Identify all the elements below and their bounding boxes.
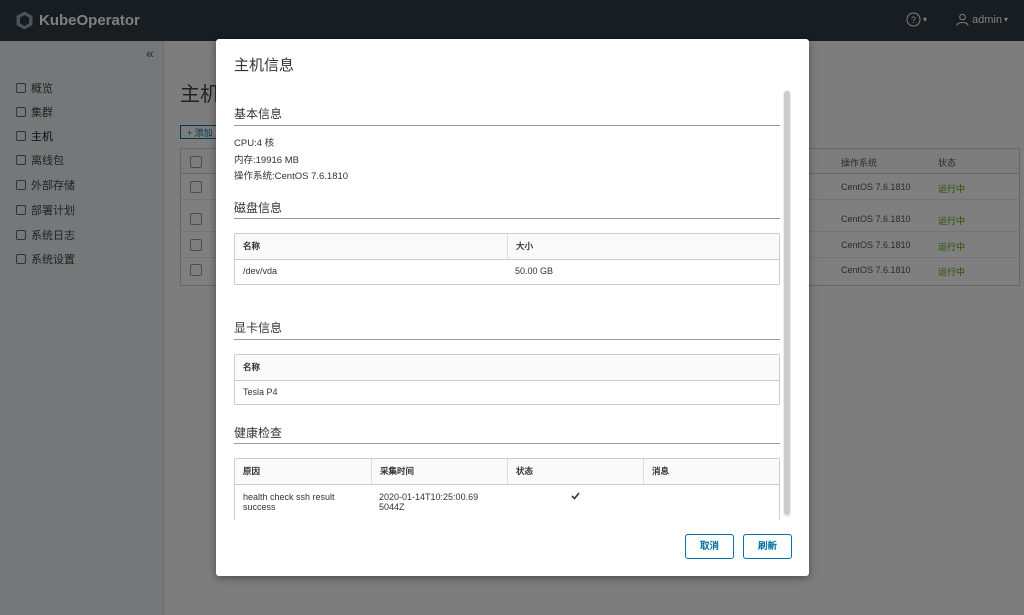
divider	[234, 443, 780, 444]
refresh-button[interactable]: 刷新	[743, 534, 792, 559]
cpu-info: CPU:4 核	[234, 138, 275, 149]
gpu-name: Tesla P4	[243, 387, 278, 397]
column-header-name: 名称	[243, 241, 261, 251]
health-reason: health check ssh result success	[243, 492, 335, 512]
disk-size: 50.00 GB	[515, 266, 554, 276]
memory-info: 内存:19916 MB	[234, 155, 299, 166]
modal-body: 基本信息 CPU:4 核 内存:19916 MB 操作系统:CentOS 7.6…	[234, 95, 780, 520]
disk-name: /dev/vda	[243, 266, 278, 276]
section-heading-gpu: 显卡信息	[234, 321, 283, 335]
modal-title: 主机信息	[234, 57, 295, 74]
scrollbar-thumb[interactable]	[784, 91, 790, 515]
divider	[234, 125, 780, 126]
column-header-name: 名称	[243, 362, 261, 372]
cancel-button[interactable]: 取消	[685, 534, 734, 559]
health-time: 2020-01-14T10:25:00.695044Z	[379, 492, 479, 512]
section-heading-basic: 基本信息	[234, 107, 283, 121]
table-header: 名称 大小	[235, 234, 779, 260]
modal-scrollbar[interactable]	[783, 90, 791, 517]
divider	[234, 218, 780, 219]
column-header-message: 消息	[643, 459, 779, 484]
column-header-size: 大小	[507, 234, 779, 259]
table-header: 名称	[235, 355, 779, 381]
column-header-time: 采集时间	[371, 459, 507, 484]
os-info: 操作系统:CentOS 7.6.1810	[234, 171, 349, 182]
check-icon	[571, 492, 580, 500]
host-info-modal: 主机信息 基本信息 CPU:4 核 内存:19916 MB 操作系统:CentO…	[216, 39, 809, 576]
table-header: 原因 采集时间 状态 消息	[235, 459, 779, 485]
column-header-status: 状态	[507, 459, 643, 484]
section-heading-health: 健康检查	[234, 426, 283, 440]
health-table: 原因 采集时间 状态 消息 health check ssh result su…	[234, 458, 780, 520]
section-heading-disk: 磁盘信息	[234, 201, 283, 215]
gpu-table: 名称 Tesla P4	[234, 354, 780, 405]
column-header-reason: 原因	[243, 466, 261, 476]
divider	[234, 339, 780, 340]
disk-table: 名称 大小 /dev/vda 50.00 GB	[234, 233, 780, 285]
